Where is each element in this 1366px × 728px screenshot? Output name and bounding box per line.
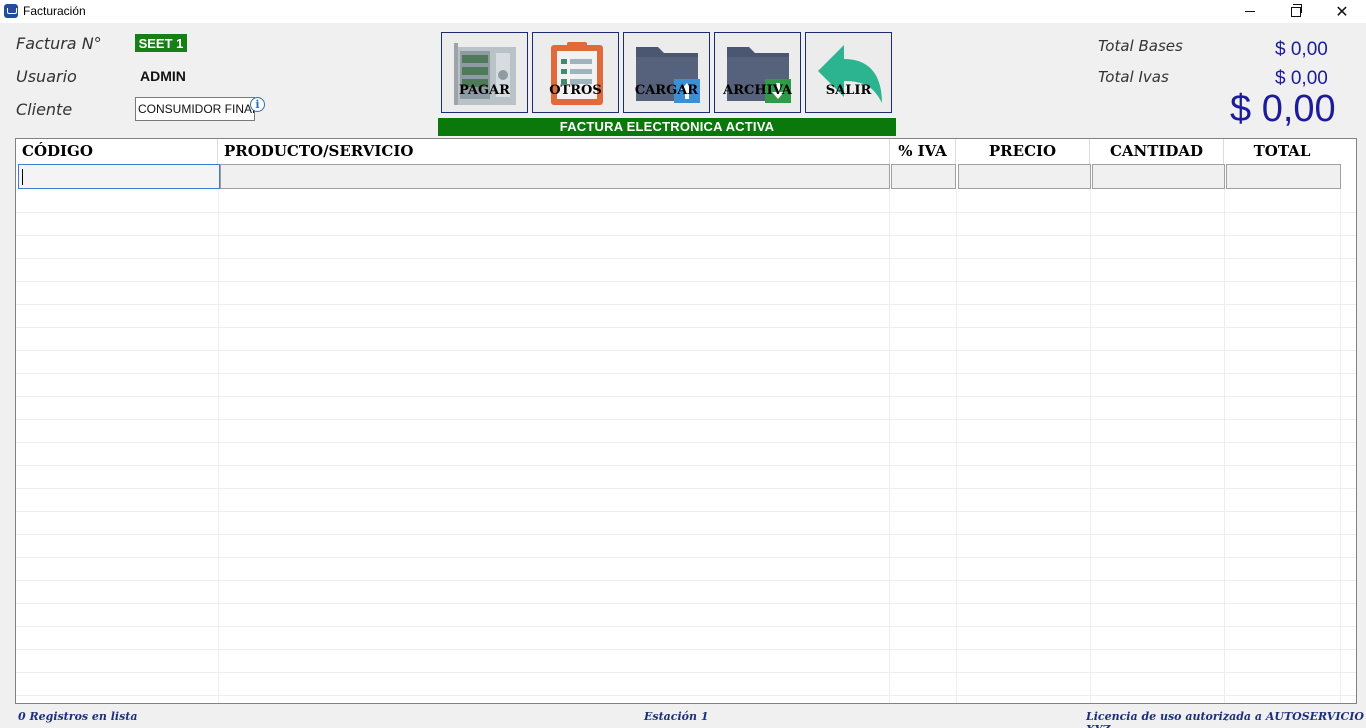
items-table[interactable]: CÓDIGO PRODUCTO/SERVICIO % IVA PRECIO CA… (15, 138, 1357, 704)
row-divider (16, 695, 1356, 696)
invoice-number-badge: SEET 1 (135, 34, 187, 52)
column-header-code[interactable]: CÓDIGO (16, 139, 218, 164)
vat-input[interactable] (891, 164, 956, 189)
column-header-price[interactable]: PRECIO (956, 139, 1090, 164)
records-count: 0 Registros en lista (18, 710, 138, 723)
row-divider (16, 626, 1356, 627)
row-divider (16, 373, 1356, 374)
row-divider (16, 212, 1356, 213)
row-divider (16, 419, 1356, 420)
column-header-product[interactable]: PRODUCTO/SERVICIO (218, 139, 890, 164)
exit-button-label: SALIR (825, 83, 872, 98)
restore-icon (1291, 3, 1302, 17)
title-bar: Facturación ✕ (0, 0, 1366, 23)
close-icon: ✕ (1335, 3, 1349, 21)
row-divider (16, 672, 1356, 673)
archive-button[interactable]: ARCHIVA (714, 32, 801, 113)
other-button[interactable]: OTROS (532, 32, 619, 113)
e-invoice-banner: FACTURA ELECTRONICA ACTIVA (438, 118, 896, 136)
row-divider (16, 465, 1356, 466)
text-caret (22, 169, 23, 185)
code-input[interactable] (18, 164, 220, 189)
row-divider (16, 327, 1356, 328)
client-field[interactable]: CONSUMIDOR FINAL (135, 97, 255, 121)
close-button[interactable]: ✕ (1319, 0, 1365, 23)
archive-button-label: ARCHIVA (723, 83, 792, 98)
row-divider (16, 281, 1356, 282)
minimize-button[interactable] (1227, 0, 1273, 23)
pay-button[interactable]: PAGAR (441, 32, 528, 113)
column-divider (1090, 189, 1091, 703)
invoice-label: Factura N° (16, 34, 102, 53)
column-divider (956, 189, 957, 703)
total-bases-value: $ 0,00 (1275, 39, 1328, 60)
cart-app-icon (4, 4, 18, 18)
window-title: Facturación (23, 4, 86, 18)
row-divider (16, 557, 1356, 558)
quantity-input[interactable] (1092, 164, 1225, 189)
row-divider (16, 534, 1356, 535)
other-button-label: OTROS (549, 83, 602, 98)
row-divider (16, 511, 1356, 512)
exit-button[interactable]: SALIR (805, 32, 892, 113)
table-entry-row[interactable] (16, 164, 1356, 189)
column-divider (889, 189, 890, 703)
user-label: Usuario (16, 67, 77, 86)
row-divider (16, 350, 1356, 351)
row-divider (16, 488, 1356, 489)
load-button-label: CARGAR (634, 83, 699, 98)
total-input[interactable] (1226, 164, 1341, 189)
load-button[interactable]: CARGAR (623, 32, 710, 113)
license-label: Licencia de uso autorizada a AUTOSERVICI… (1086, 710, 1364, 728)
row-divider (16, 580, 1356, 581)
column-divider (218, 189, 219, 703)
total-bases-label: Total Bases (1098, 37, 1183, 55)
row-divider (16, 258, 1356, 259)
column-divider (1224, 189, 1225, 703)
info-icon[interactable]: i (250, 97, 265, 112)
client-label: Cliente (16, 100, 73, 119)
column-header-vat[interactable]: % IVA (890, 139, 956, 164)
row-divider (16, 396, 1356, 397)
station-label: Estación 1 (644, 710, 709, 723)
total-ivas-label: Total Ivas (1098, 68, 1169, 86)
row-divider (16, 235, 1356, 236)
column-divider (1340, 189, 1341, 703)
column-header-total[interactable]: TOTAL (1224, 139, 1340, 164)
table-header: CÓDIGO PRODUCTO/SERVICIO % IVA PRECIO CA… (16, 139, 1356, 164)
app-window: Facturación ✕ Factura N° SEET 1 Usuario … (0, 0, 1366, 728)
pay-button-label: PAGAR (459, 83, 510, 98)
column-header-quantity[interactable]: CANTIDAD (1090, 139, 1224, 164)
row-divider (16, 603, 1356, 604)
row-divider (16, 649, 1356, 650)
total-ivas-value: $ 0,00 (1275, 68, 1328, 89)
row-divider (16, 442, 1356, 443)
price-input[interactable] (958, 164, 1091, 189)
row-divider (16, 304, 1356, 305)
minimize-icon (1245, 11, 1255, 12)
product-input[interactable] (220, 164, 890, 189)
user-value: ADMIN (140, 68, 186, 84)
grand-total: $ 0,00 (1230, 88, 1336, 130)
maximize-button[interactable] (1273, 0, 1319, 23)
